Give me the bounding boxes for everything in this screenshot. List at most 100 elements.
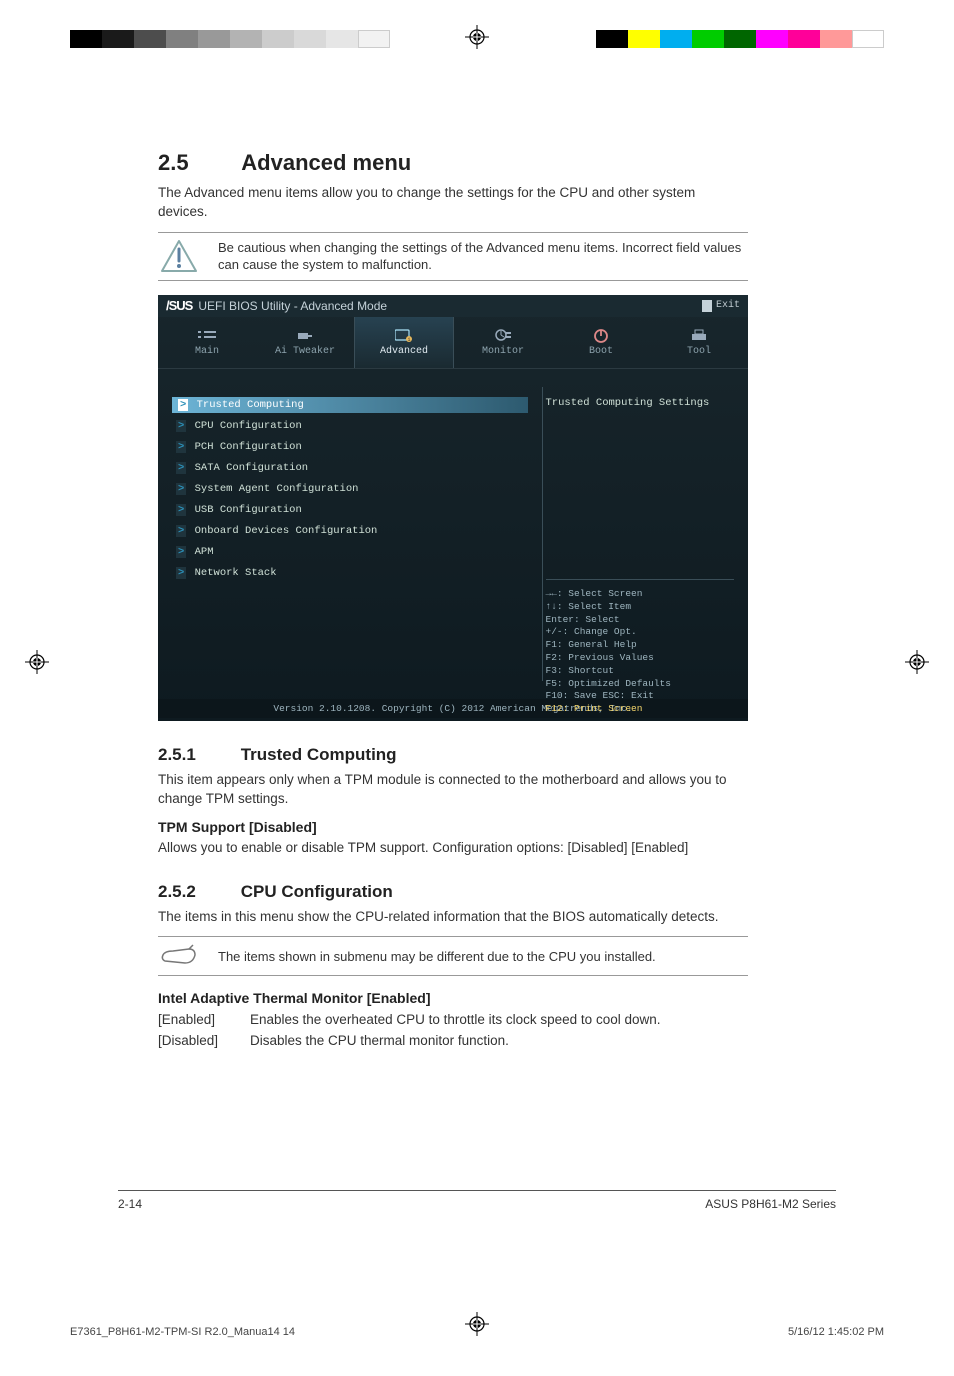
help-key-line: ↑↓: Select Item [546, 601, 735, 614]
document-series: ASUS P8H61-M2 Series [705, 1197, 836, 1211]
bios-item-title: TPM Support [Disabled] [158, 819, 748, 835]
tab-icon [592, 328, 610, 342]
bios-exit-label: Exit [716, 300, 740, 311]
bios-menu-item[interactable]: > Trusted Computing [172, 397, 528, 413]
caution-block: Be cautious when changing the settings o… [158, 232, 748, 281]
tab-label: Tool [687, 346, 711, 357]
subsection-desc: This item appears only when a TPM module… [158, 771, 748, 809]
note-text: The items shown in submenu may be differ… [218, 948, 748, 966]
tab-icon [296, 328, 314, 342]
subsection-title-text: Trusted Computing [241, 745, 397, 764]
bios-menu-item[interactable]: > PCH Configuration [172, 439, 528, 455]
subsection-desc: The items in this menu show the CPU-rela… [158, 908, 748, 927]
bios-tab-advanced[interactable]: i Advanced [354, 317, 454, 368]
option-row: [Disabled]Disables the CPU thermal monit… [158, 1031, 748, 1051]
print-job-file: E7361_P8H61-M2-TPM-SI R2.0_Manua14 14 [70, 1326, 295, 1338]
bios-tab-main[interactable]: Main [158, 317, 256, 368]
help-key-line: F2: Previous Values [546, 652, 735, 665]
option-description: Enables the overheated CPU to throttle i… [250, 1010, 748, 1030]
chevron-right-icon: > [176, 546, 186, 558]
tab-icon [198, 328, 216, 342]
option-key: [Disabled] [158, 1031, 250, 1051]
bios-menu-item[interactable]: > CPU Configuration [172, 418, 528, 434]
exit-icon [702, 300, 712, 312]
tab-icon [494, 328, 512, 342]
menu-item-label: SATA Configuration [195, 462, 308, 474]
help-key-line: F1: General Help [546, 639, 735, 652]
chevron-right-icon: > [178, 399, 188, 411]
help-key-line: Enter: Select [546, 614, 735, 627]
print-job-footer: E7361_P8H61-M2-TPM-SI R2.0_Manua14 14 5/… [70, 1326, 884, 1338]
bios-menu-item[interactable]: > System Agent Configuration [172, 481, 528, 497]
subsection-heading: 2.5.1 Trusted Computing [158, 745, 748, 765]
caution-text: Be cautious when changing the settings o… [218, 239, 748, 274]
menu-item-label: APM [195, 546, 214, 558]
menu-item-label: Onboard Devices Configuration [195, 525, 378, 537]
chevron-right-icon: > [176, 567, 186, 579]
bios-help-panel: Trusted Computing Settings →←: Select Sc… [542, 369, 749, 699]
chevron-right-icon: > [176, 525, 186, 537]
tab-icon [690, 328, 708, 342]
menu-item-label: PCH Configuration [195, 441, 302, 453]
tab-label: Ai Tweaker [275, 346, 335, 357]
subsection-number: 2.5.2 [158, 882, 236, 902]
bios-menu-panel: > Trusted Computing> CPU Configuration> … [158, 369, 542, 699]
print-job-timestamp: 5/16/12 1:45:02 PM [788, 1326, 884, 1338]
bios-exit-button[interactable]: Exit [702, 300, 740, 312]
hand-note-icon [158, 943, 200, 969]
tab-icon: i [395, 328, 413, 342]
help-key-line: F3: Shortcut [546, 665, 735, 678]
subsection-number: 2.5.1 [158, 745, 236, 765]
help-key-line: +/-: Change Opt. [546, 626, 735, 639]
bios-menu-item[interactable]: > Onboard Devices Configuration [172, 523, 528, 539]
chevron-right-icon: > [176, 462, 186, 474]
bios-screenshot: /SUS UEFI BIOS Utility - Advanced Mode E… [158, 295, 748, 721]
chevron-right-icon: > [176, 441, 186, 453]
bios-tab-monitor[interactable]: Monitor [454, 317, 552, 368]
subsection-heading: 2.5.2 CPU Configuration [158, 882, 748, 902]
bios-menu-item[interactable]: > USB Configuration [172, 502, 528, 518]
page-number: 2-14 [118, 1197, 142, 1211]
menu-item-label: Trusted Computing [197, 399, 304, 411]
page-footer: 2-14 ASUS P8H61-M2 Series [118, 1190, 836, 1211]
bios-logo: /SUS [166, 298, 192, 313]
warning-icon [158, 239, 200, 273]
bios-menu-item[interactable]: > APM [172, 544, 528, 560]
intro-text: The Advanced menu items allow you to cha… [158, 184, 748, 222]
bios-tab-tool[interactable]: Tool [650, 317, 748, 368]
menu-item-label: CPU Configuration [195, 420, 302, 432]
help-title: Trusted Computing Settings [546, 397, 735, 409]
menu-item-label: USB Configuration [195, 504, 302, 516]
bios-tab-ai-tweaker[interactable]: Ai Tweaker [256, 317, 354, 368]
option-row: [Enabled]Enables the overheated CPU to t… [158, 1010, 748, 1030]
help-key-line: F10: Save ESC: Exit [546, 690, 735, 703]
bios-tab-boot[interactable]: Boot [552, 317, 650, 368]
registration-mark-icon [905, 650, 929, 674]
bios-menu-item[interactable]: > SATA Configuration [172, 460, 528, 476]
tab-label: Main [195, 346, 219, 357]
help-key-highlight: F12: Print Screen [546, 703, 735, 716]
registration-mark-icon [465, 25, 489, 49]
option-key: [Enabled] [158, 1010, 250, 1030]
chevron-right-icon: > [176, 420, 186, 432]
tab-label: Advanced [380, 346, 428, 357]
bios-menu-item[interactable]: > Network Stack [172, 565, 528, 581]
tab-label: Boot [589, 346, 613, 357]
chevron-right-icon: > [176, 483, 186, 495]
svg-text:i: i [407, 337, 410, 342]
tab-label: Monitor [482, 346, 524, 357]
help-key-line: F5: Optimized Defaults [546, 678, 735, 691]
section-title-text: Advanced menu [241, 150, 411, 175]
section-heading: 2.5 Advanced menu [158, 150, 748, 176]
menu-item-label: System Agent Configuration [195, 483, 359, 495]
registration-mark-icon [25, 650, 49, 674]
bios-window-title: UEFI BIOS Utility - Advanced Mode [198, 299, 387, 313]
option-description: Disables the CPU thermal monitor functio… [250, 1031, 748, 1051]
note-block: The items shown in submenu may be differ… [158, 936, 748, 976]
menu-item-label: Network Stack [195, 567, 277, 579]
bios-item-title: Intel Adaptive Thermal Monitor [Enabled] [158, 990, 748, 1006]
section-number: 2.5 [158, 150, 236, 176]
chevron-right-icon: > [176, 504, 186, 516]
bios-item-desc: Allows you to enable or disable TPM supp… [158, 839, 748, 858]
subsection-title-text: CPU Configuration [241, 882, 393, 901]
